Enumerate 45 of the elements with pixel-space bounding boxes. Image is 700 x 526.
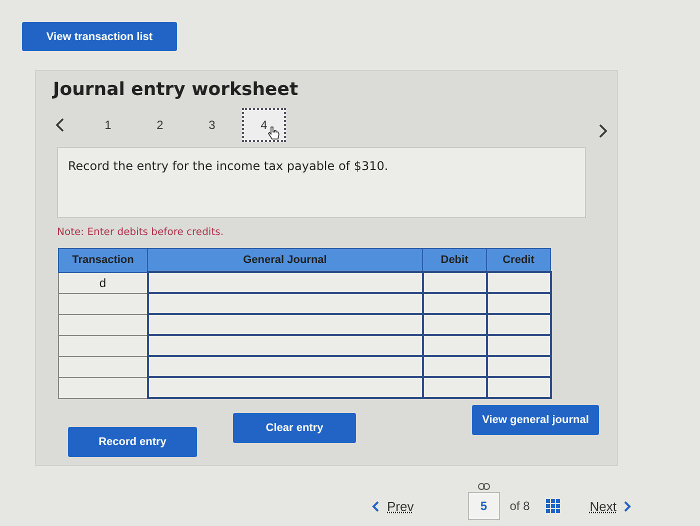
column-header: Transaction bbox=[58, 248, 148, 272]
column-header: Debit bbox=[422, 248, 486, 272]
input-field[interactable] bbox=[486, 272, 550, 293]
input-field[interactable] bbox=[486, 335, 550, 356]
next-link[interactable]: Next bbox=[590, 498, 616, 514]
note-text: Note: Enter debits before credits. bbox=[57, 227, 225, 238]
input-field[interactable] bbox=[422, 314, 486, 335]
link-icon bbox=[478, 482, 490, 490]
input-field[interactable] bbox=[148, 356, 422, 377]
column-header: Credit bbox=[486, 248, 550, 272]
input-field[interactable] bbox=[148, 314, 422, 335]
input-field[interactable] bbox=[422, 293, 486, 314]
grid-icon[interactable] bbox=[546, 499, 560, 513]
column-header: General Journal bbox=[148, 248, 422, 272]
step-tab[interactable]: 1 bbox=[86, 108, 130, 142]
chevron-right-icon[interactable] bbox=[599, 124, 608, 138]
input-field[interactable] bbox=[422, 377, 486, 398]
prev-link[interactable]: Prev bbox=[387, 498, 414, 514]
table-cell: d bbox=[58, 272, 148, 293]
hand-cursor-icon bbox=[268, 126, 280, 140]
action-button[interactable]: Record entry bbox=[68, 427, 197, 457]
step-tab[interactable]: 2 bbox=[138, 108, 182, 142]
step-tab[interactable]: 3 bbox=[190, 108, 234, 142]
input-field[interactable] bbox=[148, 335, 422, 356]
view-transaction-list-button[interactable]: View transaction list bbox=[22, 22, 177, 51]
worksheet-title: Journal entry worksheet bbox=[53, 79, 300, 101]
page-count: of 8 bbox=[510, 499, 530, 513]
input-field[interactable] bbox=[486, 293, 550, 314]
input-field[interactable] bbox=[422, 356, 486, 377]
input-field[interactable] bbox=[148, 293, 422, 314]
step-tab[interactable]: 4 bbox=[242, 108, 286, 142]
input-field[interactable] bbox=[486, 356, 550, 377]
chevron-left-icon[interactable] bbox=[55, 118, 64, 132]
chevron-right-icon[interactable] bbox=[624, 500, 632, 512]
input-field[interactable] bbox=[422, 335, 486, 356]
action-button[interactable]: View general journal bbox=[472, 405, 599, 435]
page-field[interactable]: 5 bbox=[468, 492, 500, 520]
entry-prompt: Record the entry for the income tax payable of $310. bbox=[57, 147, 586, 218]
input-field[interactable] bbox=[486, 377, 550, 398]
chevron-left-icon[interactable] bbox=[372, 500, 379, 512]
action-button[interactable]: Clear entry bbox=[233, 413, 356, 443]
input-field[interactable] bbox=[422, 272, 486, 293]
input-field[interactable] bbox=[148, 377, 422, 398]
input-field[interactable] bbox=[486, 314, 550, 335]
input-field[interactable] bbox=[148, 272, 422, 293]
